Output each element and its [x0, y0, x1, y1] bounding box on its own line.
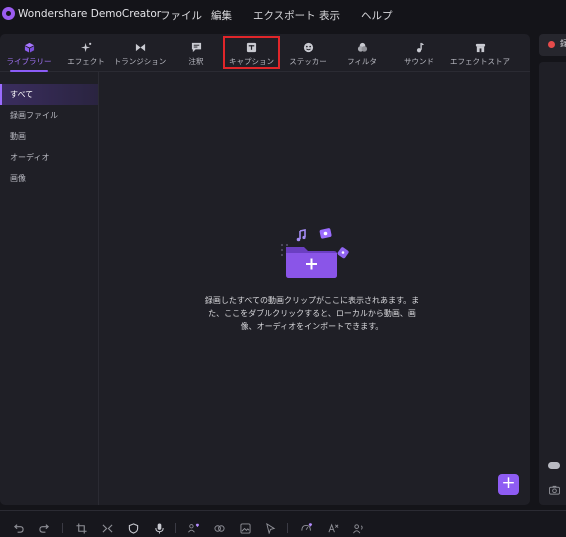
preview-panel [539, 62, 566, 505]
democreator-logo-icon [2, 7, 15, 20]
app-title: Wondershare DemoCreator [18, 8, 162, 20]
menu-export[interactable]: エクスポート [253, 8, 316, 23]
redo-icon[interactable] [38, 522, 50, 534]
empty-state-message[interactable]: 録画したすべての動画クリップがここに表示されあます。また、ここをダブルクリックす… [201, 294, 423, 333]
tab-label: ステッカー [289, 57, 327, 66]
sidebar-item-image[interactable]: 画像 [0, 168, 98, 189]
tab-label: トランジション [113, 57, 167, 66]
tab-label: フィルタ [347, 57, 377, 66]
cube-icon [23, 41, 35, 53]
tab-annotation[interactable]: 注釈 [183, 38, 209, 70]
preview-toggle[interactable] [548, 462, 560, 469]
menu-edit[interactable]: 編集 [211, 8, 232, 23]
music-note-icon [413, 41, 425, 53]
sidebar-item-recordings[interactable]: 録画ファイル [0, 105, 98, 126]
sidebar-item-all[interactable]: すべて [0, 84, 98, 105]
auto-caption-icon[interactable] [327, 522, 339, 534]
record-tab-label: 録 [560, 39, 566, 48]
sparkle-icon [80, 41, 92, 53]
tab-sticker[interactable]: ステッカー [289, 38, 327, 70]
toolbar-separator [175, 523, 176, 533]
tab-effects[interactable]: エフェクト [67, 38, 105, 70]
split-icon[interactable] [101, 522, 113, 534]
transition-icon [134, 41, 146, 53]
microphone-icon[interactable] [153, 522, 165, 534]
tab-library[interactable]: ライブラリー [6, 38, 52, 72]
tab-filter[interactable]: フィルタ [347, 38, 377, 70]
menu-help[interactable]: ヘルプ [361, 8, 393, 23]
title-bar: Wondershare DemoCreator ファイル 編集 エクスポート 表… [0, 0, 566, 30]
shield-icon[interactable] [127, 522, 139, 534]
menu-file[interactable]: ファイル [160, 8, 202, 23]
toolbar-separator [287, 523, 288, 533]
sticker-icon [302, 41, 314, 53]
library-panel: ライブラリー エフェクト トランジション 注釈 キャプション ステッカー フィル… [0, 34, 530, 505]
library-sidebar: すべて 録画ファイル 動画 オーディオ 画像 [0, 84, 98, 189]
crop-icon[interactable] [75, 522, 87, 534]
app-window: Wondershare DemoCreator ファイル 編集 エクスポート 表… [0, 0, 566, 537]
tab-label: エフェクト [67, 57, 105, 66]
speed-premium-icon[interactable] [301, 522, 313, 534]
toolbar-separator [62, 523, 63, 533]
caption-tab-highlight-box [223, 36, 280, 69]
tab-effect-store[interactable]: エフェクトストア [450, 38, 510, 70]
tab-label: ライブラリー [6, 57, 52, 66]
camera-icon[interactable] [549, 485, 560, 495]
voice-changer-icon[interactable] [352, 522, 364, 534]
tab-bar: ライブラリー エフェクト トランジション 注釈 キャプション ステッカー フィル… [0, 34, 530, 72]
record-dot-icon [548, 41, 555, 48]
empty-folder-illustration-icon [276, 225, 352, 281]
record-tab[interactable]: 録 [539, 34, 566, 56]
annotation-icon [190, 41, 202, 53]
undo-icon[interactable] [12, 522, 24, 534]
filter-icon [356, 41, 368, 53]
menu-view[interactable]: 表示 [319, 8, 340, 23]
tab-transition[interactable]: トランジション [114, 38, 166, 70]
timeline-toolbar [0, 510, 566, 537]
store-icon [474, 41, 486, 53]
sidebar-item-audio[interactable]: オーディオ [0, 147, 98, 168]
add-media-button[interactable]: + [498, 474, 519, 495]
image-edit-icon[interactable] [239, 522, 251, 534]
sidebar-divider [98, 72, 99, 505]
people-premium-icon[interactable] [188, 522, 200, 534]
tab-label: 注釈 [188, 57, 204, 66]
tab-sound[interactable]: サウンド [404, 38, 434, 70]
cursor-icon[interactable] [264, 522, 276, 534]
tab-label: サウンド [404, 57, 434, 66]
mask-icon[interactable] [213, 522, 225, 534]
sidebar-item-video[interactable]: 動画 [0, 126, 98, 147]
tab-label: エフェクトストア [450, 57, 510, 66]
